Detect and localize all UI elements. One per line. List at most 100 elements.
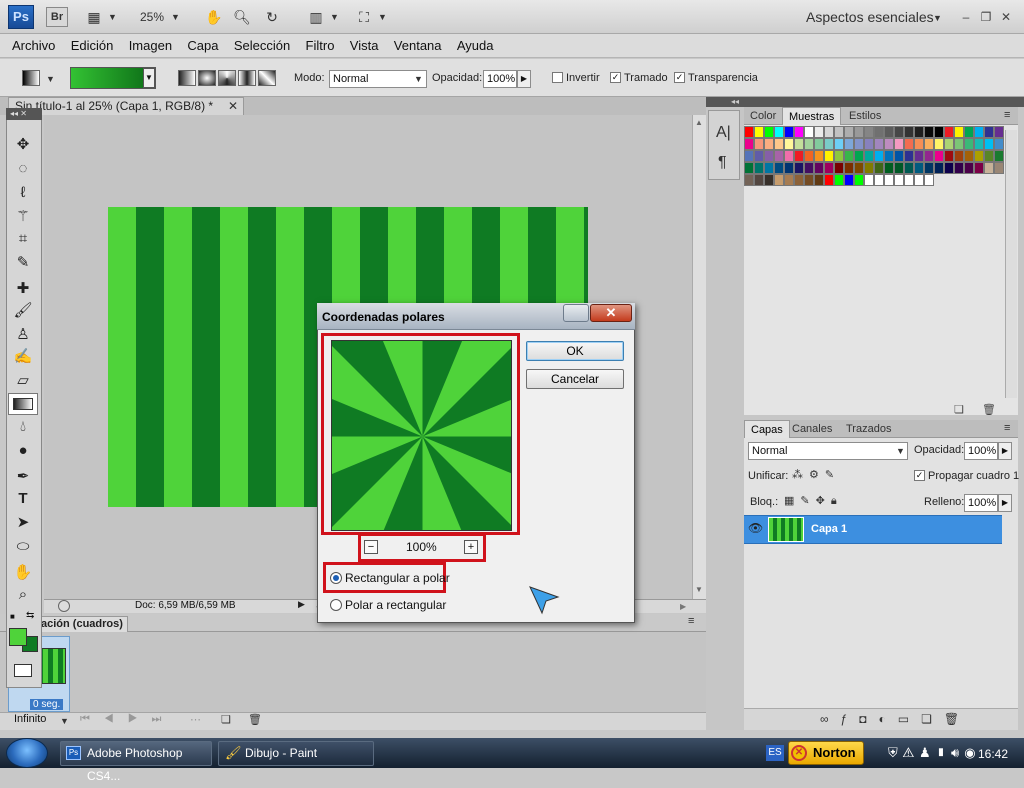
swatch[interactable] bbox=[774, 126, 784, 138]
tab-estilos[interactable]: Estilos bbox=[843, 107, 887, 125]
transparency-checkbox[interactable]: ✓ bbox=[674, 72, 685, 83]
panel-menu-icon[interactable]: ≡ bbox=[1004, 422, 1010, 434]
swatch[interactable] bbox=[934, 126, 944, 138]
swatch[interactable] bbox=[814, 150, 824, 162]
swatch[interactable] bbox=[864, 174, 874, 186]
chevron-right-icon[interactable]: ▶ bbox=[517, 70, 531, 88]
swatch[interactable] bbox=[804, 174, 814, 186]
hand-tool-icon[interactable]: ✋ bbox=[204, 8, 224, 26]
panel-menu-icon[interactable]: ≡ bbox=[688, 615, 694, 627]
swatch[interactable] bbox=[784, 126, 794, 138]
playback-controls[interactable]: ⏮◀▶⏭ bbox=[80, 713, 175, 726]
swatch[interactable] bbox=[754, 138, 764, 150]
swatch[interactable] bbox=[864, 162, 874, 174]
character-panel-icon[interactable]: A| bbox=[716, 124, 731, 142]
swatch[interactable] bbox=[894, 162, 904, 174]
swatch[interactable] bbox=[924, 174, 934, 186]
swatch[interactable] bbox=[814, 162, 824, 174]
chevron-down-icon[interactable]: ▼ bbox=[60, 716, 69, 726]
zoom-tool-icon[interactable]: 🔍︎ bbox=[232, 8, 252, 26]
swatch[interactable] bbox=[854, 162, 864, 174]
zoom-level[interactable]: 25% bbox=[140, 10, 164, 24]
dodge-tool-icon[interactable]: ● bbox=[8, 440, 38, 462]
swatch[interactable] bbox=[834, 150, 844, 162]
swatch[interactable] bbox=[854, 174, 864, 186]
swatch[interactable] bbox=[944, 150, 954, 162]
quick-mask-icon[interactable] bbox=[14, 664, 32, 677]
linear-gradient-icon[interactable] bbox=[178, 70, 196, 86]
marquee-tool-icon[interactable]: ◌ bbox=[8, 158, 38, 180]
swatch[interactable] bbox=[834, 138, 844, 150]
type-tool-icon[interactable]: T bbox=[8, 488, 38, 510]
swatch[interactable] bbox=[904, 138, 914, 150]
ellipse-tool-icon[interactable]: ⬭ bbox=[8, 536, 38, 558]
layer-name[interactable]: Capa 1 bbox=[811, 523, 847, 535]
swatch[interactable] bbox=[824, 126, 834, 138]
view-extras-icon[interactable]: ▦ bbox=[84, 8, 104, 26]
swatch[interactable] bbox=[794, 174, 804, 186]
tab-capas[interactable]: Capas bbox=[744, 420, 790, 438]
swatch[interactable] bbox=[844, 162, 854, 174]
swatch[interactable] bbox=[744, 162, 754, 174]
clone-stamp-tool-icon[interactable]: ♙ bbox=[8, 324, 38, 346]
swatch[interactable] bbox=[924, 138, 934, 150]
scroll-up-icon[interactable]: ▲ bbox=[695, 118, 703, 127]
swatch[interactable] bbox=[884, 126, 894, 138]
swatch[interactable] bbox=[954, 126, 964, 138]
toolbox-header[interactable]: ◂◂ ✕ bbox=[6, 108, 42, 120]
swatch[interactable] bbox=[844, 174, 854, 186]
swatch[interactable] bbox=[944, 126, 954, 138]
delete-frame-icon[interactable]: 🗑︎ bbox=[248, 713, 262, 726]
swatch[interactable] bbox=[864, 150, 874, 162]
panel-menu-icon[interactable]: ≡ bbox=[1004, 109, 1010, 121]
swatch[interactable] bbox=[844, 138, 854, 150]
minimize-icon[interactable]: – bbox=[958, 10, 974, 24]
tab-canales[interactable]: Canales bbox=[786, 420, 838, 438]
menu-imagen[interactable]: Imagen bbox=[123, 34, 178, 58]
taskbar-photoshop[interactable]: Adobe Photoshop CS4... bbox=[60, 741, 212, 783]
swatch[interactable] bbox=[864, 138, 874, 150]
swatch[interactable] bbox=[984, 138, 994, 150]
swatch[interactable] bbox=[834, 174, 844, 186]
swatch[interactable] bbox=[994, 138, 1004, 150]
tool-preset-icon[interactable] bbox=[22, 70, 40, 86]
swatches-scrollbar[interactable] bbox=[1005, 130, 1017, 398]
healing-brush-tool-icon[interactable]: ✚ bbox=[8, 278, 38, 300]
swatch[interactable] bbox=[894, 126, 904, 138]
scroll-right-icon[interactable]: ▶ bbox=[680, 602, 686, 611]
blend-mode-select[interactable]: Normal bbox=[748, 442, 908, 460]
dialog-close-icon[interactable]: ✕ bbox=[590, 304, 632, 322]
swatch[interactable] bbox=[744, 138, 754, 150]
tab-trazados[interactable]: Trazados bbox=[840, 420, 897, 438]
chevron-down-icon[interactable]: ▼ bbox=[46, 74, 55, 84]
swap-colors-icon[interactable]: ⇆ bbox=[26, 610, 34, 621]
paragraph-panel-icon[interactable]: ¶ bbox=[718, 154, 727, 172]
chevron-down-icon[interactable]: ▼ bbox=[171, 12, 180, 22]
swatch[interactable] bbox=[954, 150, 964, 162]
swatch[interactable] bbox=[754, 174, 764, 186]
chevron-down-icon[interactable]: ▼ bbox=[330, 12, 339, 22]
swatch[interactable] bbox=[884, 174, 894, 186]
polar-to-rectangular-label[interactable]: Polar a rectangular bbox=[345, 598, 446, 612]
reflected-gradient-icon[interactable] bbox=[238, 70, 256, 86]
opacity-input[interactable]: 100% bbox=[483, 70, 517, 88]
swatch[interactable] bbox=[744, 174, 754, 186]
arrange-documents-icon[interactable]: ▥ bbox=[306, 8, 326, 26]
chevron-down-icon[interactable]: ▼ bbox=[933, 13, 942, 23]
chevron-right-icon[interactable]: ▶ bbox=[998, 442, 1012, 460]
swatch[interactable] bbox=[744, 126, 754, 138]
swatch[interactable] bbox=[904, 162, 914, 174]
swatch[interactable] bbox=[994, 150, 1004, 162]
swatch[interactable] bbox=[934, 138, 944, 150]
swatch[interactable] bbox=[904, 126, 914, 138]
tween-icon[interactable]: ⋯ bbox=[190, 713, 201, 726]
close-tab-icon[interactable]: ✕ bbox=[228, 99, 238, 113]
animation-panel-tab[interactable]: ación (cuadros) bbox=[36, 616, 128, 633]
zoom-out-button[interactable]: − bbox=[364, 540, 378, 554]
swatch[interactable] bbox=[754, 126, 764, 138]
start-button[interactable] bbox=[6, 738, 48, 768]
swatch[interactable] bbox=[974, 138, 984, 150]
swatch[interactable] bbox=[794, 162, 804, 174]
chevron-right-icon[interactable]: ▶ bbox=[998, 494, 1012, 512]
swatch[interactable] bbox=[784, 162, 794, 174]
